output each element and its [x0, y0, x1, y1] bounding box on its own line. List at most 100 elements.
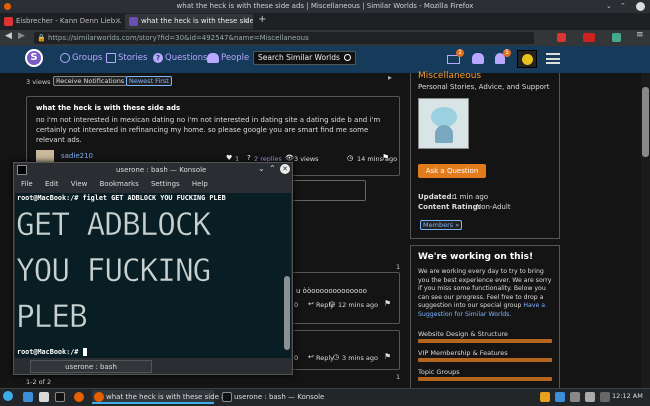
- search-icon[interactable]: [344, 54, 351, 61]
- updated-value: 1 min ago: [453, 193, 489, 201]
- window-titlebar: what the heck is with these side ads | M…: [0, 0, 650, 13]
- messages-badge: 1: [456, 49, 464, 57]
- tab-close-icon[interactable]: ✕: [115, 14, 121, 29]
- file-manager-icon[interactable]: [23, 392, 33, 402]
- tray-clipboard-icon[interactable]: [555, 392, 565, 402]
- figlet-output-line-1: GET ADBLOCK: [16, 207, 212, 244]
- taskbar-clock[interactable]: 12:12 AM: [612, 392, 643, 400]
- url-bar[interactable]: 🔒 https://similarworlds.com/story?fid=30…: [34, 32, 534, 44]
- post-views: 3 views: [294, 155, 319, 163]
- site-logo[interactable]: S: [25, 49, 43, 67]
- page-scrollbar[interactable]: [641, 73, 650, 388]
- taskbar-firefox-task[interactable]: what the heck is with these side a...: [92, 390, 232, 404]
- members-button[interactable]: Members »: [420, 220, 463, 230]
- nav-groups[interactable]: Groups: [72, 53, 102, 63]
- menu-help[interactable]: Help: [192, 180, 208, 188]
- back-icon[interactable]: ◀: [5, 31, 12, 41]
- nav-people[interactable]: People: [221, 53, 249, 63]
- tray-expand-icon[interactable]: [600, 392, 610, 402]
- adblock-icon[interactable]: [583, 33, 595, 42]
- tab-favicon-icon: [129, 17, 138, 26]
- forward-icon[interactable]: ▶: [18, 31, 25, 41]
- taskbar-konsole-task[interactable]: userone : bash — Konsole: [220, 390, 330, 404]
- tray-volume-icon[interactable]: [570, 392, 580, 402]
- tab-current[interactable]: what the heck is with these side a ✕: [125, 14, 253, 29]
- tray-network-icon[interactable]: [585, 392, 595, 402]
- ask-question-button[interactable]: Ask a Question: [418, 164, 486, 178]
- menu-settings[interactable]: Settings: [151, 180, 180, 188]
- menu-view[interactable]: View: [71, 180, 88, 188]
- nav-questions[interactable]: Questions: [165, 53, 207, 63]
- tab-strip: Eisbrecher - Kann Denn Lieb... ✕ what th…: [0, 13, 650, 30]
- minimize-icon[interactable]: ⌄: [606, 0, 612, 13]
- konsole-task-icon: [222, 392, 232, 402]
- terminal-launcher-icon[interactable]: [55, 392, 65, 402]
- friends-icon[interactable]: [472, 53, 484, 64]
- replies-icon: ?: [247, 154, 251, 162]
- new-tab-button[interactable]: +: [258, 14, 266, 25]
- menu-bookmarks[interactable]: Bookmarks: [100, 180, 139, 188]
- time-icon: ◷: [329, 300, 336, 308]
- tab-close-icon[interactable]: ✕: [243, 14, 249, 29]
- stories-icon: [106, 53, 116, 63]
- lock-icon: 🔒: [37, 34, 46, 42]
- user-avatar[interactable]: [517, 50, 537, 68]
- report-flag-icon[interactable]: ⚑: [382, 153, 389, 162]
- reply-input[interactable]: [290, 180, 366, 201]
- konsole-tab[interactable]: userone : bash: [30, 360, 152, 373]
- konsole-title: userone : bash — Konsole: [116, 166, 207, 174]
- page-scrollbar-thumb[interactable]: [642, 87, 649, 157]
- terminal-scrollbar[interactable]: [284, 196, 290, 356]
- post-author[interactable]: sadie210: [61, 152, 93, 160]
- group-subtitle: Personal Stories, Advice, and Support: [418, 83, 550, 91]
- progress-label: VIP Membership & Features: [418, 349, 508, 357]
- avatar-emoji-icon: [522, 54, 533, 65]
- notifications-badge: 5: [503, 49, 511, 57]
- right-arrow-icon[interactable]: ▸: [388, 73, 392, 82]
- progress-label: Topic Groups: [418, 368, 460, 376]
- menu-file[interactable]: File: [21, 180, 33, 188]
- newest-first-button[interactable]: Newest First: [126, 76, 172, 86]
- tray-app-icon[interactable]: [540, 392, 550, 402]
- tab-label: Eisbrecher - Kann Denn Lieb...: [16, 17, 122, 25]
- nav-stories[interactable]: Stories: [118, 53, 147, 63]
- menu-edit[interactable]: Edit: [45, 180, 59, 188]
- comment-card-2: [292, 330, 400, 370]
- post-title: what the heck is with these side ads: [36, 104, 181, 112]
- pocket-icon[interactable]: [557, 33, 566, 42]
- report-flag-icon[interactable]: ⚑: [384, 352, 391, 361]
- author-avatar[interactable]: [36, 150, 54, 162]
- konsole-close-icon[interactable]: ✕: [280, 164, 290, 174]
- terminal-scrollbar-thumb[interactable]: [284, 276, 290, 350]
- like-icon[interactable]: ♥: [226, 154, 232, 162]
- receive-notifications-button[interactable]: Receive Notifications: [53, 76, 128, 86]
- firefox-icon: [4, 3, 11, 10]
- comment-reply-link[interactable]: Reply: [316, 354, 334, 362]
- window-title: what the heck is with these side ads | M…: [176, 2, 474, 10]
- tab-music[interactable]: Eisbrecher - Kann Denn Lieb... ✕: [0, 14, 125, 29]
- hamburger-menu-icon[interactable]: [546, 53, 560, 64]
- group-image[interactable]: [418, 98, 469, 149]
- firefox-task-icon: [94, 392, 104, 402]
- konsole-maximize-icon[interactable]: ⌃: [269, 164, 276, 173]
- konsole-minimize-icon[interactable]: ⌄: [258, 164, 265, 173]
- tab-label: what the heck is with these side a: [141, 17, 253, 25]
- extension-icon[interactable]: [612, 33, 621, 42]
- app-launcher-icon[interactable]: [3, 391, 13, 401]
- task-label: userone : bash — Konsole: [234, 393, 325, 401]
- close-window-icon[interactable]: [636, 2, 645, 11]
- site-search-input[interactable]: Search Similar Worlds: [253, 51, 356, 65]
- comment-time: 12 mins ago: [338, 301, 379, 309]
- figlet-output-line-2: YOU FUCKING: [16, 253, 212, 290]
- post-view-count: 3 views: [26, 78, 51, 86]
- working-text: We are working every day to try to bring…: [418, 268, 556, 320]
- figlet-output-line-3: PLEB: [16, 299, 88, 336]
- reply-icon: ↩: [308, 300, 314, 308]
- comment-likes: 0: [294, 301, 299, 309]
- firefox-launcher-icon[interactable]: [74, 392, 84, 402]
- maximize-icon[interactable]: ⌃: [620, 0, 626, 13]
- report-flag-icon[interactable]: ⚑: [384, 299, 391, 308]
- document-icon[interactable]: [39, 392, 49, 402]
- group-title[interactable]: Miscellaneous: [418, 71, 481, 81]
- menu-icon[interactable]: ≡: [636, 30, 644, 40]
